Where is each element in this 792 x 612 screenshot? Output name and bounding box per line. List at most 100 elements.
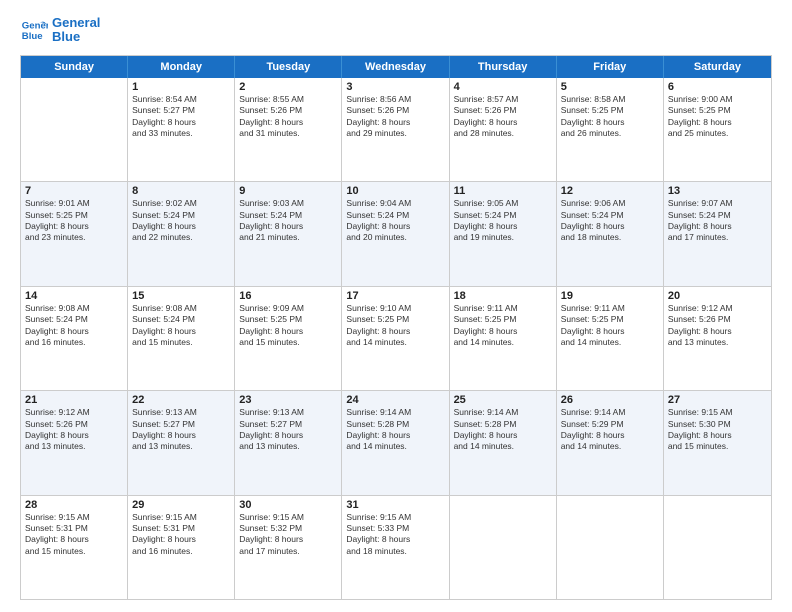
day-info: Sunrise: 9:14 AMSunset: 5:29 PMDaylight:… [561,407,659,453]
cal-cell [450,496,557,599]
day-info: Sunrise: 9:10 AMSunset: 5:25 PMDaylight:… [346,303,444,349]
day-number: 20 [668,290,767,302]
logo: General Blue General Blue [20,16,100,45]
day-number: 19 [561,290,659,302]
day-number: 23 [239,394,337,406]
day-number: 1 [132,81,230,93]
header-friday: Friday [557,56,664,78]
cal-cell: 12Sunrise: 9:06 AMSunset: 5:24 PMDayligh… [557,182,664,285]
calendar-row-2: 7Sunrise: 9:01 AMSunset: 5:25 PMDaylight… [21,182,771,286]
header-tuesday: Tuesday [235,56,342,78]
day-info: Sunrise: 8:57 AMSunset: 5:26 PMDaylight:… [454,94,552,140]
day-number: 25 [454,394,552,406]
calendar-row-4: 21Sunrise: 9:12 AMSunset: 5:26 PMDayligh… [21,391,771,495]
day-info: Sunrise: 9:12 AMSunset: 5:26 PMDaylight:… [668,303,767,349]
svg-text:Blue: Blue [22,31,43,42]
calendar-row-1: 1Sunrise: 8:54 AMSunset: 5:27 PMDaylight… [21,78,771,182]
cal-cell: 25Sunrise: 9:14 AMSunset: 5:28 PMDayligh… [450,391,557,494]
cal-cell: 4Sunrise: 8:57 AMSunset: 5:26 PMDaylight… [450,78,557,181]
day-info: Sunrise: 9:12 AMSunset: 5:26 PMDaylight:… [25,407,123,453]
day-info: Sunrise: 9:03 AMSunset: 5:24 PMDaylight:… [239,198,337,244]
day-info: Sunrise: 9:00 AMSunset: 5:25 PMDaylight:… [668,94,767,140]
day-number: 6 [668,81,767,93]
day-info: Sunrise: 9:08 AMSunset: 5:24 PMDaylight:… [25,303,123,349]
cal-cell: 14Sunrise: 9:08 AMSunset: 5:24 PMDayligh… [21,287,128,390]
day-info: Sunrise: 9:15 AMSunset: 5:31 PMDaylight:… [132,512,230,558]
day-info: Sunrise: 9:08 AMSunset: 5:24 PMDaylight:… [132,303,230,349]
header: General Blue General Blue [20,16,772,45]
day-info: Sunrise: 9:15 AMSunset: 5:31 PMDaylight:… [25,512,123,558]
day-info: Sunrise: 9:14 AMSunset: 5:28 PMDaylight:… [454,407,552,453]
cal-cell: 2Sunrise: 8:55 AMSunset: 5:26 PMDaylight… [235,78,342,181]
cal-cell: 28Sunrise: 9:15 AMSunset: 5:31 PMDayligh… [21,496,128,599]
day-number: 3 [346,81,444,93]
day-number: 14 [25,290,123,302]
day-info: Sunrise: 9:15 AMSunset: 5:30 PMDaylight:… [668,407,767,453]
cal-cell: 29Sunrise: 9:15 AMSunset: 5:31 PMDayligh… [128,496,235,599]
header-sunday: Sunday [21,56,128,78]
cal-cell: 20Sunrise: 9:12 AMSunset: 5:26 PMDayligh… [664,287,771,390]
day-info: Sunrise: 8:54 AMSunset: 5:27 PMDaylight:… [132,94,230,140]
day-number: 10 [346,185,444,197]
cal-cell: 21Sunrise: 9:12 AMSunset: 5:26 PMDayligh… [21,391,128,494]
header-wednesday: Wednesday [342,56,449,78]
day-number: 4 [454,81,552,93]
cal-cell: 10Sunrise: 9:04 AMSunset: 5:24 PMDayligh… [342,182,449,285]
day-number: 5 [561,81,659,93]
cal-cell: 5Sunrise: 8:58 AMSunset: 5:25 PMDaylight… [557,78,664,181]
day-info: Sunrise: 9:11 AMSunset: 5:25 PMDaylight:… [454,303,552,349]
day-number: 31 [346,499,444,511]
day-number: 12 [561,185,659,197]
cal-cell [664,496,771,599]
day-info: Sunrise: 9:01 AMSunset: 5:25 PMDaylight:… [25,198,123,244]
day-number: 28 [25,499,123,511]
cal-cell: 1Sunrise: 8:54 AMSunset: 5:27 PMDaylight… [128,78,235,181]
calendar-row-5: 28Sunrise: 9:15 AMSunset: 5:31 PMDayligh… [21,496,771,599]
page: General Blue General Blue Sunday Monday … [0,0,792,612]
day-number: 16 [239,290,337,302]
day-info: Sunrise: 9:15 AMSunset: 5:33 PMDaylight:… [346,512,444,558]
day-number: 30 [239,499,337,511]
day-number: 9 [239,185,337,197]
day-number: 18 [454,290,552,302]
day-number: 17 [346,290,444,302]
day-info: Sunrise: 8:55 AMSunset: 5:26 PMDaylight:… [239,94,337,140]
calendar: Sunday Monday Tuesday Wednesday Thursday… [20,55,772,600]
day-number: 11 [454,185,552,197]
cal-cell: 7Sunrise: 9:01 AMSunset: 5:25 PMDaylight… [21,182,128,285]
day-number: 7 [25,185,123,197]
cal-cell: 19Sunrise: 9:11 AMSunset: 5:25 PMDayligh… [557,287,664,390]
cal-cell: 30Sunrise: 9:15 AMSunset: 5:32 PMDayligh… [235,496,342,599]
day-info: Sunrise: 9:04 AMSunset: 5:24 PMDaylight:… [346,198,444,244]
day-info: Sunrise: 9:11 AMSunset: 5:25 PMDaylight:… [561,303,659,349]
day-info: Sunrise: 9:09 AMSunset: 5:25 PMDaylight:… [239,303,337,349]
cal-cell: 26Sunrise: 9:14 AMSunset: 5:29 PMDayligh… [557,391,664,494]
day-number: 29 [132,499,230,511]
cal-cell: 9Sunrise: 9:03 AMSunset: 5:24 PMDaylight… [235,182,342,285]
logo-line2: Blue [52,30,100,44]
day-number: 2 [239,81,337,93]
cal-cell: 24Sunrise: 9:14 AMSunset: 5:28 PMDayligh… [342,391,449,494]
cal-cell [557,496,664,599]
day-number: 24 [346,394,444,406]
day-info: Sunrise: 9:05 AMSunset: 5:24 PMDaylight:… [454,198,552,244]
day-info: Sunrise: 9:02 AMSunset: 5:24 PMDaylight:… [132,198,230,244]
day-number: 26 [561,394,659,406]
cal-cell: 13Sunrise: 9:07 AMSunset: 5:24 PMDayligh… [664,182,771,285]
day-info: Sunrise: 8:56 AMSunset: 5:26 PMDaylight:… [346,94,444,140]
cal-cell: 16Sunrise: 9:09 AMSunset: 5:25 PMDayligh… [235,287,342,390]
day-info: Sunrise: 9:15 AMSunset: 5:32 PMDaylight:… [239,512,337,558]
cal-cell: 18Sunrise: 9:11 AMSunset: 5:25 PMDayligh… [450,287,557,390]
header-monday: Monday [128,56,235,78]
cal-cell: 27Sunrise: 9:15 AMSunset: 5:30 PMDayligh… [664,391,771,494]
logo-line1: General [52,16,100,30]
day-info: Sunrise: 9:14 AMSunset: 5:28 PMDaylight:… [346,407,444,453]
cal-cell: 17Sunrise: 9:10 AMSunset: 5:25 PMDayligh… [342,287,449,390]
logo-icon: General Blue [20,16,48,44]
day-number: 27 [668,394,767,406]
day-number: 13 [668,185,767,197]
day-info: Sunrise: 9:13 AMSunset: 5:27 PMDaylight:… [132,407,230,453]
day-number: 15 [132,290,230,302]
header-saturday: Saturday [664,56,771,78]
cal-cell: 31Sunrise: 9:15 AMSunset: 5:33 PMDayligh… [342,496,449,599]
